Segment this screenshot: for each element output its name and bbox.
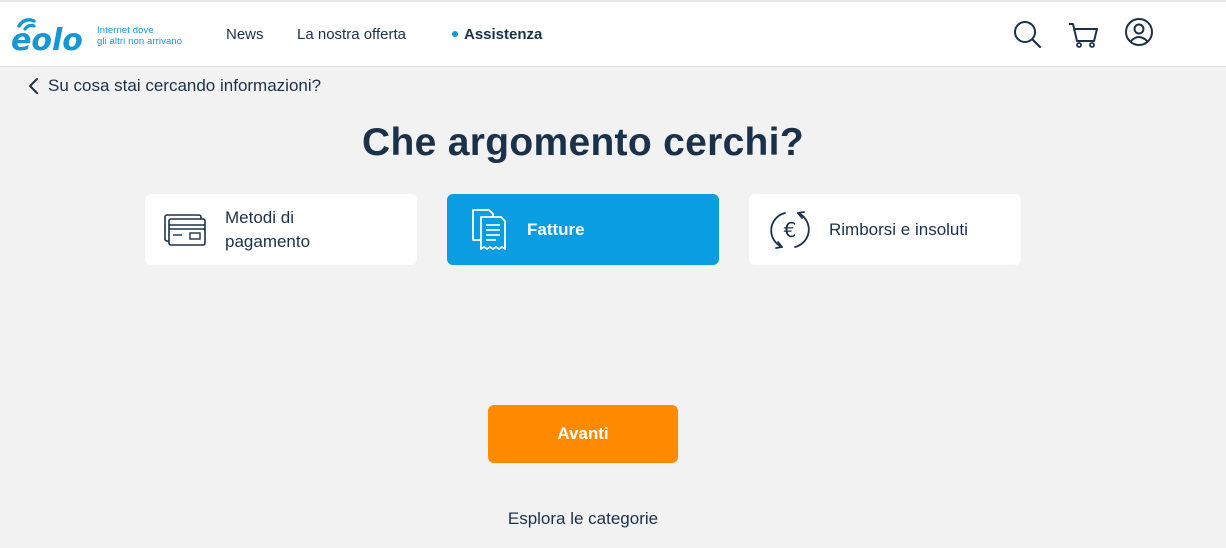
active-indicator-dot: [452, 31, 458, 38]
user-icon[interactable]: [1124, 18, 1154, 50]
topic-label: Rimborsi e insoluti: [829, 219, 968, 239]
back-link[interactable]: Su cosa stai cercando informazioni?: [26, 75, 321, 97]
nav-support-label: Assistenza: [464, 26, 543, 43]
topic-card-invoices[interactable]: Fatture: [447, 194, 719, 265]
topic-card-payment-methods[interactable]: Metodi di pagamento: [145, 194, 417, 265]
eolo-logo[interactable]: eolo: [11, 12, 92, 58]
tagline-line-2: gli altri non arrivano: [97, 36, 183, 47]
explore-categories-link[interactable]: Esplora le categorie: [488, 509, 678, 529]
next-button[interactable]: Avanti: [488, 405, 678, 463]
svg-text:€: €: [784, 218, 797, 242]
topic-card-refunds[interactable]: € Rimborsi e insoluti: [749, 194, 1021, 265]
topic-label: Metodi di pagamento: [225, 207, 311, 251]
nav-our-offer[interactable]: La nostra offerta: [297, 26, 406, 43]
search-icon[interactable]: [1012, 18, 1042, 50]
nav-support[interactable]: Assistenza: [452, 26, 542, 43]
site-header: eolo Internet dove gli altri non arrivan…: [0, 2, 1226, 67]
euro-refresh-icon: €: [767, 208, 813, 252]
nav-news[interactable]: News: [226, 26, 264, 43]
logo-wordmark: eolo: [12, 23, 83, 56]
chevron-left-icon: [29, 78, 38, 94]
back-link-label: Su cosa stai cercando informazioni?: [48, 76, 322, 95]
credit-card-icon: [163, 212, 207, 248]
cart-icon[interactable]: [1068, 18, 1098, 50]
brand-tagline: Internet dove gli altri non arrivano: [97, 25, 182, 47]
tagline-line-1: Internet dove: [97, 25, 154, 36]
invoice-icon: [469, 208, 509, 252]
topic-label: Fatture: [527, 219, 585, 239]
page-title: Che argomento cerchi?: [362, 121, 804, 164]
